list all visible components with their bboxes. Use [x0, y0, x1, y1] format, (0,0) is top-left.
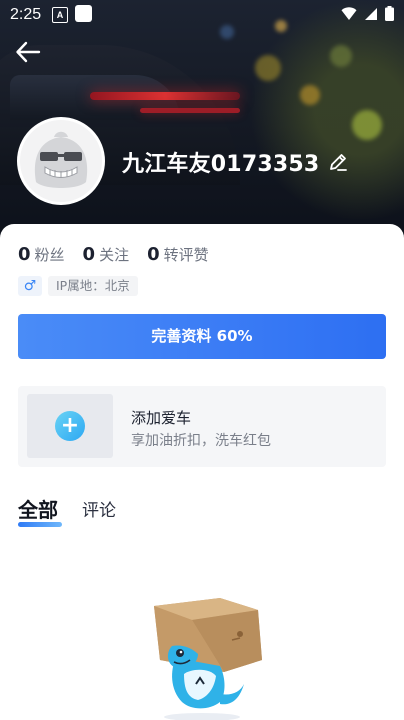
stat-following[interactable]: 0 关注 — [83, 244, 130, 265]
stat-likes[interactable]: 0 转评赞 — [147, 244, 209, 265]
back-arrow-icon — [16, 41, 41, 63]
add-car-card[interactable]: + 添加爱车 享加油折扣，洗车红包 — [18, 386, 386, 467]
edit-pencil-icon — [330, 154, 348, 171]
bokeh-light — [330, 45, 352, 67]
tab-all[interactable]: 全部 — [18, 494, 62, 527]
plus-icon: + — [55, 411, 85, 441]
wifi-icon — [341, 6, 357, 20]
mascot-avatar-icon — [20, 120, 102, 202]
car-taillight — [90, 92, 240, 100]
stat-label: 粉丝 — [34, 246, 65, 264]
username-row: 九江车友0173353 — [122, 146, 349, 178]
content-tabs: 全部 评论 — [18, 494, 116, 527]
complete-profile-button[interactable]: 完善资料 60% — [18, 314, 386, 359]
stat-number: 0 — [82, 244, 96, 265]
stat-fans[interactable]: 0 粉丝 — [18, 244, 65, 265]
status-icons — [341, 6, 394, 21]
stat-label: 转评赞 — [163, 246, 209, 264]
edit-profile-button[interactable] — [327, 151, 349, 173]
stats-row: 0 粉丝 0 关注 0 转评赞 — [18, 244, 209, 265]
bokeh-light — [255, 55, 281, 81]
notification-square-icon — [75, 5, 92, 22]
gender-male-icon: ♂ — [18, 276, 42, 296]
tab-comments[interactable]: 评论 — [82, 496, 116, 523]
status-time: 2:25 — [10, 6, 42, 23]
avatar[interactable] — [17, 117, 105, 205]
add-car-title: 添加爱车 — [131, 409, 192, 427]
notification-a-icon: A — [52, 7, 68, 23]
empty-state-mascot-icon — [154, 598, 262, 720]
ip-location-tag: IP属地：北京 — [48, 276, 138, 296]
battery-icon — [385, 6, 394, 21]
status-bar: 2:25 A — [0, 0, 404, 30]
profile-tags: ♂ IP属地：北京 — [18, 276, 138, 296]
stat-number: 0 — [147, 244, 160, 265]
username: 九江车友0173353 — [122, 152, 320, 177]
car-thumbnail-placeholder: + — [27, 394, 113, 458]
add-car-subtitle: 享加油折扣，洗车红包 — [131, 433, 271, 449]
profile-content-card: 0 粉丝 0 关注 0 转评赞 ♂ IP属地：北京 完善资料 60% + 添加爱… — [0, 224, 404, 720]
bokeh-light — [352, 110, 382, 140]
back-button[interactable] — [14, 38, 48, 68]
stat-number: 0 — [18, 244, 31, 265]
bokeh-light — [300, 85, 320, 105]
stat-label: 关注 — [99, 246, 130, 264]
signal-icon — [365, 7, 377, 20]
car-taillight-lower — [140, 108, 240, 113]
